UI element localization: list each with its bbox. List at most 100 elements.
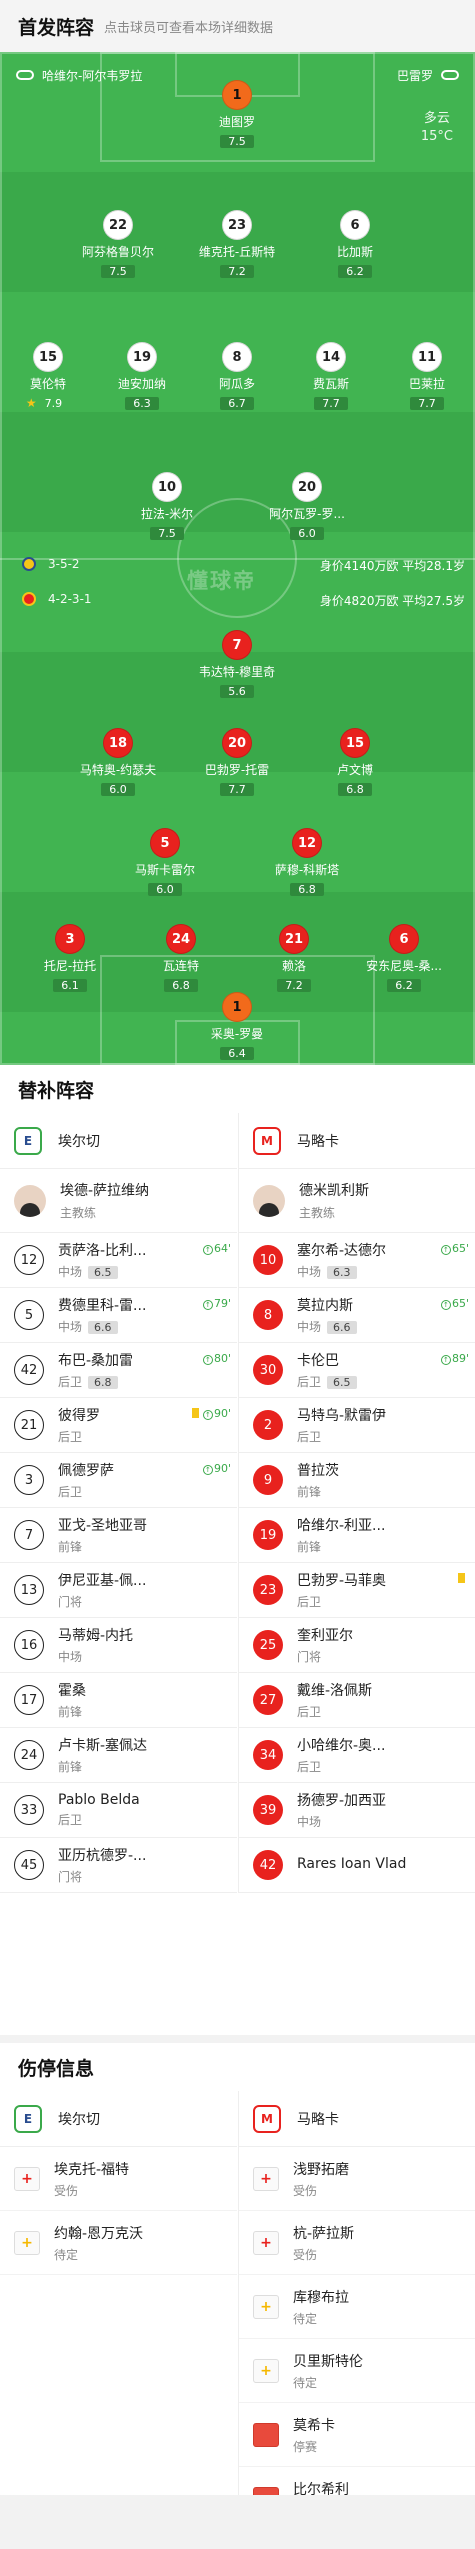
injuries-left-team-name: 埃尔切 xyxy=(58,2111,100,2128)
injuries-right-team[interactable]: M 马略卡 xyxy=(239,2091,475,2147)
sub-event: ↑ 89' xyxy=(440,1352,469,1365)
sub-in-minute: 79' xyxy=(213,1297,231,1310)
sub-player-name: 塞尔希-达德尔 xyxy=(297,1243,387,1259)
watermark: 懂球帝 xyxy=(187,569,256,593)
player-marker[interactable]: 10 拉法-米尔 7.5 xyxy=(112,472,222,541)
player-marker[interactable]: 22 阿芬格鲁贝尔 7.5 xyxy=(63,210,173,279)
sub-player-row[interactable]: 10 塞尔希-达德尔 中场 6.3 ↑ 65' xyxy=(239,1233,475,1288)
rating-row: 5.6 xyxy=(182,680,292,699)
sub-player-row[interactable]: 24 卢卡斯-塞佩达 前锋 xyxy=(0,1728,237,1783)
sub-player-row[interactable]: 13 伊尼亚基-佩... 门将 xyxy=(0,1563,237,1618)
coach-role: 主教练 xyxy=(60,1206,97,1220)
player-marker[interactable]: 6 比加斯 6.2 xyxy=(300,210,410,279)
sub-player-row[interactable]: 33 Pablo Belda 后卫 xyxy=(0,1783,237,1838)
player-marker[interactable]: 5 马斯卡雷尔 6.0 xyxy=(110,828,220,897)
rating-row: 6.8 xyxy=(126,974,236,993)
player-marker[interactable]: 6 安东尼奥-桑... 6.2 xyxy=(349,924,459,993)
sub-player-row[interactable]: 12 贡萨洛-比利... 中场 6.5 ↑ 64' xyxy=(0,1233,237,1288)
sub-player-row[interactable]: 30 卡伦巴 后卫 6.5 ↑ 89' xyxy=(239,1343,475,1398)
sub-player-row[interactable]: 23 巴勃罗-马菲奥 后卫 xyxy=(239,1563,475,1618)
player-name: 采奥-罗曼 xyxy=(210,1027,264,1041)
injury-row[interactable]: 莫希卡 停赛 xyxy=(239,2403,475,2467)
sub-player-row[interactable]: 2 马特乌-默雷伊 后卫 xyxy=(239,1398,475,1453)
sub-player-row[interactable]: 42 布巴-桑加雷 后卫 6.8 ↑ 80' xyxy=(0,1343,237,1398)
player-marker[interactable]: 20 巴勃罗-托雷 7.7 xyxy=(182,728,292,797)
player-marker[interactable]: 3 托尼-拉托 6.1 xyxy=(15,924,125,993)
sub-player-number: 34 xyxy=(253,1740,283,1770)
player-marker[interactable]: 12 萨穆-科斯塔 6.8 xyxy=(252,828,362,897)
player-rating: 6.7 xyxy=(220,397,254,410)
injury-row[interactable]: + 埃克托-福特 受伤 xyxy=(0,2147,237,2211)
subs-left-coach[interactable]: 埃德-萨拉维纳 主教练 xyxy=(0,1169,237,1233)
sub-player-number: 45 xyxy=(14,1850,44,1880)
formation-bottom: 4-2-3-1 xyxy=(22,592,92,606)
formation-top-label: 3-5-2 xyxy=(48,557,80,571)
player-marker[interactable]: 1 采奥-罗曼 6.4 xyxy=(182,992,292,1061)
sub-player-row[interactable]: 39 扬德罗-加西亚 中场 xyxy=(239,1783,475,1838)
sub-player-row[interactable]: 3 佩德罗萨 后卫 ↑ 90' xyxy=(0,1453,237,1508)
injury-row[interactable]: + 贝里斯特伦 待定 xyxy=(239,2339,475,2403)
sub-player-row[interactable]: 7 亚戈-圣地亚哥 前锋 xyxy=(0,1508,237,1563)
player-marker[interactable]: 20 阿尔瓦罗-罗... 6.0 xyxy=(252,472,362,541)
sub-player-position: 后卫 xyxy=(58,1485,83,1499)
sub-player-rating: 6.6 xyxy=(88,1321,118,1334)
player-marker[interactable]: 21 赖洛 7.2 xyxy=(239,924,349,993)
sub-player-row[interactable]: 19 哈维尔-利亚... 前锋 xyxy=(239,1508,475,1563)
injuries-title: 伤停信息 xyxy=(18,2057,95,2080)
team-crest-icon: E xyxy=(14,1126,42,1155)
medical-kit-icon: + xyxy=(253,2166,279,2191)
substitutes-title: 替补阵容 xyxy=(18,1079,95,1102)
sub-player-row[interactable]: 27 戴维-洛佩斯 后卫 xyxy=(239,1673,475,1728)
away-team-icon xyxy=(441,70,459,80)
player-marker[interactable]: 15 卢文博 6.8 xyxy=(300,728,410,797)
player-marker[interactable]: 14 费瓦斯 7.7 xyxy=(276,342,386,411)
rating-row: 7.2 xyxy=(182,260,292,279)
sub-player-row[interactable]: 42 Rares Ioan Vlad xyxy=(239,1838,475,1893)
player-marker[interactable]: 18 马特奥-约瑟夫 6.0 xyxy=(63,728,173,797)
subs-right-coach[interactable]: 德米凯利斯 主教练 xyxy=(239,1169,475,1233)
injuries-left-team[interactable]: E 埃尔切 xyxy=(0,2091,237,2147)
player-name: 马特奥-约瑟夫 xyxy=(79,763,157,777)
injury-status: 待定 xyxy=(293,2375,318,2390)
formation-top-meta: 身价4140万欧 平均28.1岁 xyxy=(319,559,465,573)
sub-player-number: 25 xyxy=(253,1630,283,1660)
player-name: 迪图罗 xyxy=(218,115,255,129)
sub-player-position: 前锋 xyxy=(297,1485,322,1499)
injury-player-name: 贝里斯特伦 xyxy=(293,2353,363,2370)
sub-player-row[interactable]: 21 彼得罗 后卫 ↑ 90' xyxy=(0,1398,237,1453)
player-marker[interactable]: 1 迪图罗 7.5 xyxy=(182,80,292,149)
rating-row: 6.8 xyxy=(300,778,410,797)
rating-row: 7.7 xyxy=(276,392,386,411)
player-rating: 5.6 xyxy=(220,685,254,698)
injury-row[interactable]: + 杭-萨拉斯 受伤 xyxy=(239,2211,475,2275)
injury-row[interactable]: + 浅野拓磨 受伤 xyxy=(239,2147,475,2211)
player-rating: 6.3 xyxy=(125,397,159,410)
sub-player-row[interactable]: 8 莫拉内斯 中场 6.6 ↑ 65' xyxy=(239,1288,475,1343)
sub-player-number: 12 xyxy=(14,1245,44,1275)
formation-top: 3-5-2 xyxy=(22,557,80,571)
player-name: 瓦连特 xyxy=(162,959,199,973)
sub-player-row[interactable]: 16 马蒂姆-内托 中场 xyxy=(0,1618,237,1673)
sub-player-row[interactable]: 9 普拉茨 前锋 xyxy=(239,1453,475,1508)
player-rating: 6.1 xyxy=(53,979,87,992)
player-marker[interactable]: 23 维克托-丘斯特 7.2 xyxy=(182,210,292,279)
subs-left-team[interactable]: E 埃尔切 xyxy=(0,1113,237,1169)
player-marker[interactable]: 19 迪安加纳 6.3 xyxy=(87,342,197,411)
injury-row[interactable]: + 约翰-恩万克沃 待定 xyxy=(0,2211,237,2275)
subs-right-team[interactable]: M 马略卡 xyxy=(239,1113,475,1169)
sub-player-row[interactable]: 17 霍桑 前锋 xyxy=(0,1673,237,1728)
sub-player-row[interactable]: 5 费德里科-雷... 中场 6.6 ↑ 79' xyxy=(0,1288,237,1343)
player-number: 20 xyxy=(222,728,252,758)
injury-player-name: 杭-萨拉斯 xyxy=(293,2225,355,2242)
sub-player-row[interactable]: 25 奎利亚尔 门将 xyxy=(239,1618,475,1673)
player-marker[interactable]: 24 瓦连特 6.8 xyxy=(126,924,236,993)
sub-player-number: 9 xyxy=(253,1465,283,1495)
injury-row[interactable]: + 库穆布拉 待定 xyxy=(239,2275,475,2339)
injury-status: 受伤 xyxy=(293,2247,318,2262)
sub-player-row[interactable]: 45 亚历杭德罗-... 门将 xyxy=(0,1838,237,1893)
player-marker[interactable]: 11 巴莱拉 7.7 xyxy=(372,342,475,411)
player-marker[interactable]: 7 韦达特-穆里奇 5.6 xyxy=(182,630,292,699)
sub-player-name: 巴勃罗-马菲奥 xyxy=(297,1573,387,1589)
sub-player-row[interactable]: 34 小哈维尔-奥... 后卫 xyxy=(239,1728,475,1783)
sub-player-position: 后卫 xyxy=(297,1760,322,1774)
